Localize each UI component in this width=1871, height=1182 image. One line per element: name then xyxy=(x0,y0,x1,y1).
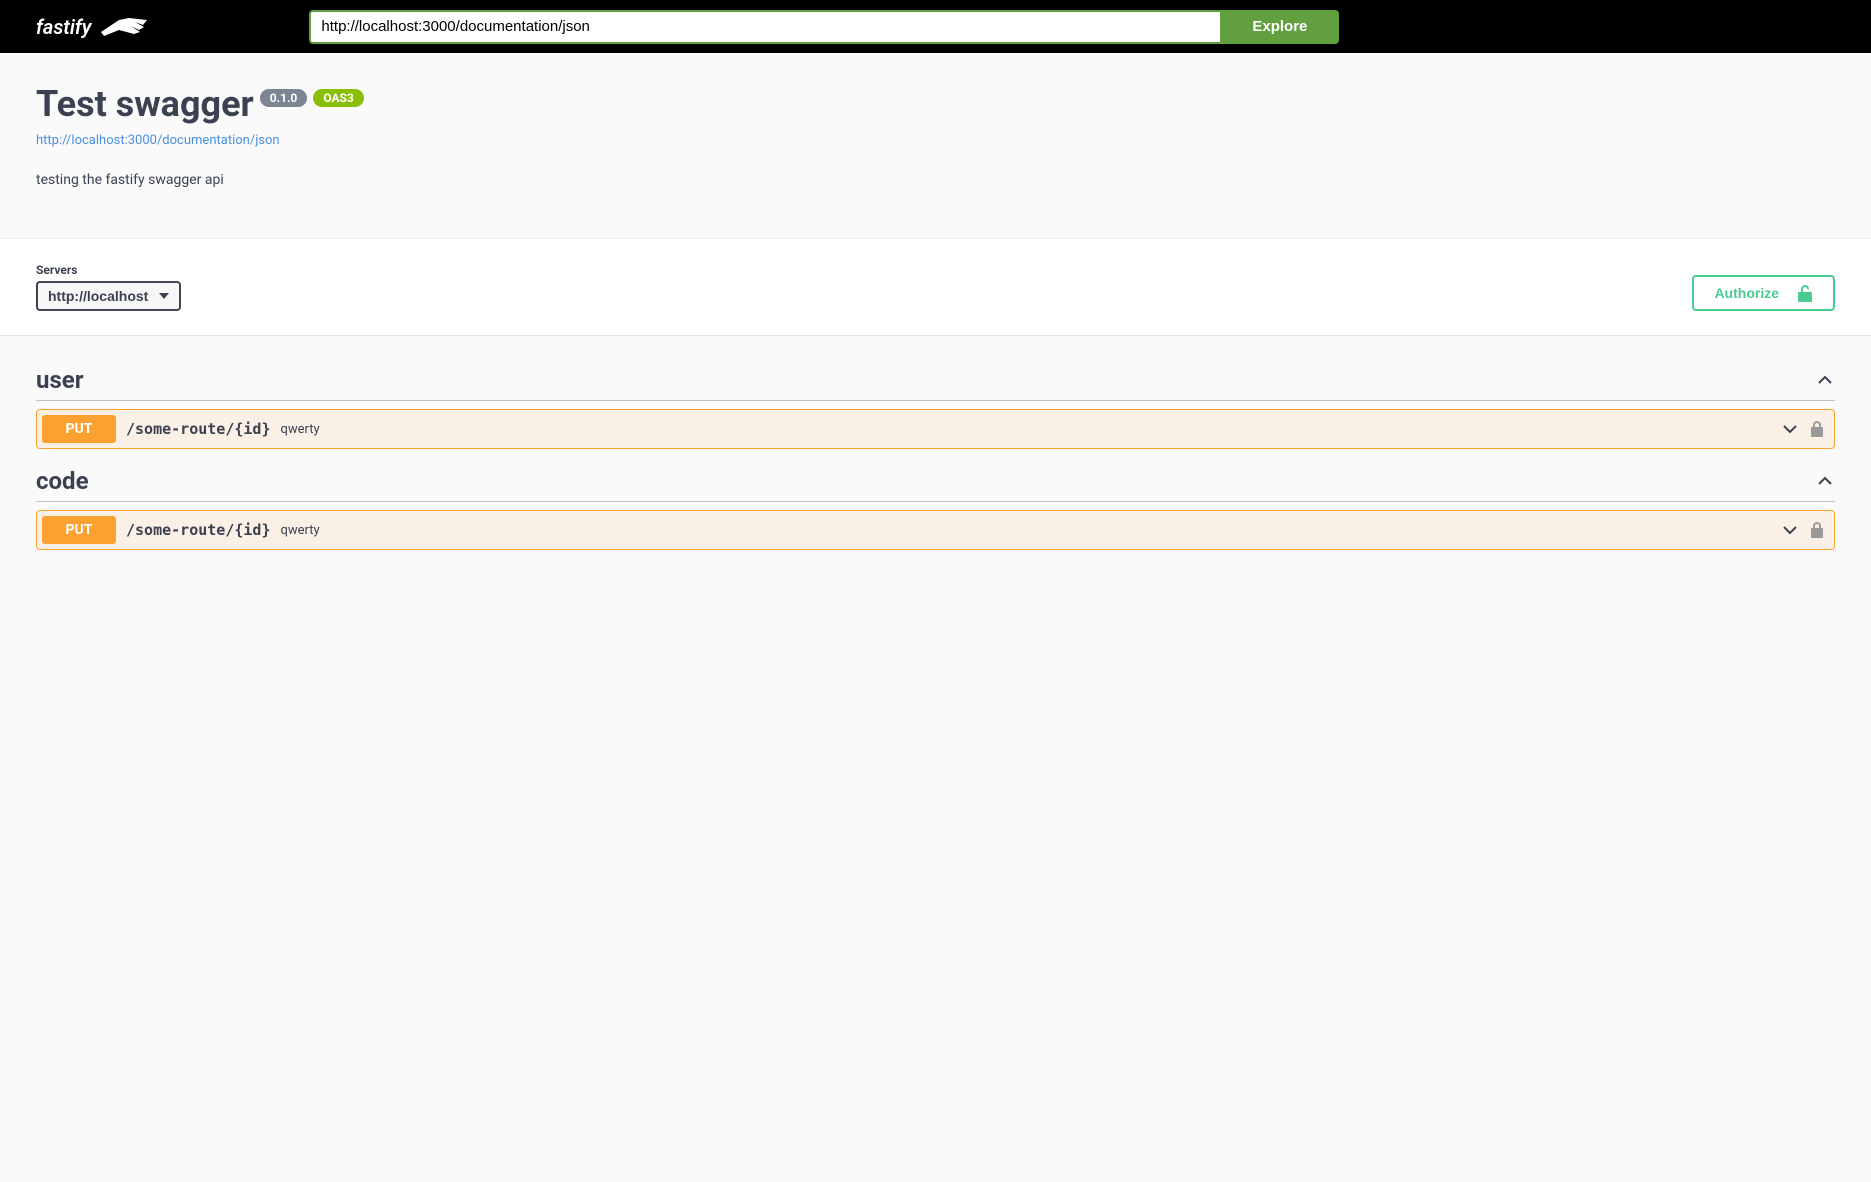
tag-header-code[interactable]: code xyxy=(36,457,1835,502)
method-badge: PUT xyxy=(42,516,116,544)
fastify-logo: fastify xyxy=(36,15,149,39)
servers-group: Servers http://localhost xyxy=(36,263,181,311)
info-section: Test swagger 0.1.0 OAS3 http://localhost… xyxy=(0,53,1871,238)
operation-summary: qwerty xyxy=(281,422,1781,437)
operation-row[interactable]: PUT/some-route/{id} qwerty xyxy=(36,409,1835,449)
spec-url-link[interactable]: http://localhost:3000/documentation/json xyxy=(36,133,280,148)
spec-url-form: Explore xyxy=(309,10,1339,44)
chevron-down-icon xyxy=(1780,520,1800,540)
lock-open-icon xyxy=(1797,284,1813,302)
api-title: Test swagger xyxy=(36,83,254,125)
logo-text: fastify xyxy=(36,15,91,39)
servers-label: Servers xyxy=(36,263,181,277)
lock-icon xyxy=(1810,421,1824,437)
authorize-label: Authorize xyxy=(1714,285,1779,301)
authorize-button[interactable]: Authorize xyxy=(1692,275,1835,311)
operation-path: /some-route/{id} xyxy=(126,521,271,539)
version-badge: 0.1.0 xyxy=(260,89,308,107)
tag-block-user: user PUT/some-route/{id} qwerty xyxy=(36,356,1835,449)
spec-url-input[interactable] xyxy=(309,10,1220,44)
tag-header-user[interactable]: user xyxy=(36,356,1835,401)
operation-controls xyxy=(1780,419,1824,439)
servers-select[interactable]: http://localhost xyxy=(36,281,181,311)
chevron-down-icon xyxy=(1780,419,1800,439)
servers-bar: Servers http://localhost Authorize xyxy=(0,238,1871,336)
operation-row[interactable]: PUT/some-route/{id} qwerty xyxy=(36,510,1835,550)
explore-button[interactable]: Explore xyxy=(1220,10,1339,44)
method-badge: PUT xyxy=(42,415,116,443)
api-description: testing the fastify swagger api xyxy=(36,172,1835,188)
oas-badge: OAS3 xyxy=(313,89,364,107)
fastify-icon xyxy=(99,16,149,38)
lock-icon xyxy=(1810,522,1824,538)
chevron-up-icon xyxy=(1815,370,1835,390)
tag-name: code xyxy=(36,467,89,495)
operation-summary: qwerty xyxy=(281,523,1781,538)
operations-list: user PUT/some-route/{id} qwerty code PUT/som… xyxy=(0,336,1871,598)
operation-controls xyxy=(1780,520,1824,540)
title-row: Test swagger 0.1.0 OAS3 xyxy=(36,83,1835,125)
topbar: fastify Explore xyxy=(0,0,1871,53)
operation-path: /some-route/{id} xyxy=(126,420,271,438)
tag-name: user xyxy=(36,366,84,394)
tag-block-code: code PUT/some-route/{id} qwerty xyxy=(36,457,1835,550)
chevron-up-icon xyxy=(1815,471,1835,491)
